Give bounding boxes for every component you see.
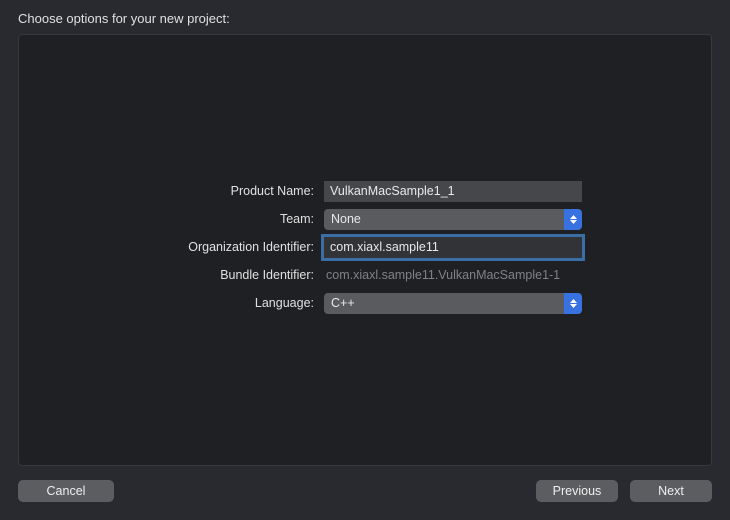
new-project-dialog: Choose options for your new project: Pro… <box>0 0 730 520</box>
product-name-row: Product Name: <box>39 180 691 202</box>
chevron-updown-icon <box>564 209 582 230</box>
chevron-updown-icon <box>564 293 582 314</box>
team-selected-value: None <box>324 212 564 226</box>
org-identifier-row: Organization Identifier: <box>39 236 691 258</box>
team-row: Team: None <box>39 208 691 230</box>
bundle-identifier-value: com.xiaxl.sample11.VulkanMacSample1-1 <box>324 268 582 282</box>
options-panel: Product Name: Team: None Organization Id… <box>18 34 712 466</box>
language-selected-value: C++ <box>324 296 564 310</box>
org-identifier-input[interactable] <box>324 237 582 258</box>
team-label: Team: <box>39 212 324 226</box>
language-select[interactable]: C++ <box>324 293 582 314</box>
bundle-identifier-row: Bundle Identifier: com.xiaxl.sample11.Vu… <box>39 264 691 286</box>
dialog-title: Choose options for your new project: <box>0 0 730 34</box>
previous-button[interactable]: Previous <box>536 480 618 502</box>
language-label: Language: <box>39 296 324 310</box>
cancel-button[interactable]: Cancel <box>18 480 114 502</box>
team-select[interactable]: None <box>324 209 582 230</box>
product-name-input[interactable] <box>324 181 582 202</box>
next-button[interactable]: Next <box>630 480 712 502</box>
dialog-footer: Cancel Previous Next <box>0 466 730 520</box>
org-identifier-label: Organization Identifier: <box>39 240 324 254</box>
bundle-identifier-label: Bundle Identifier: <box>39 268 324 282</box>
language-row: Language: C++ <box>39 292 691 314</box>
product-name-label: Product Name: <box>39 184 324 198</box>
